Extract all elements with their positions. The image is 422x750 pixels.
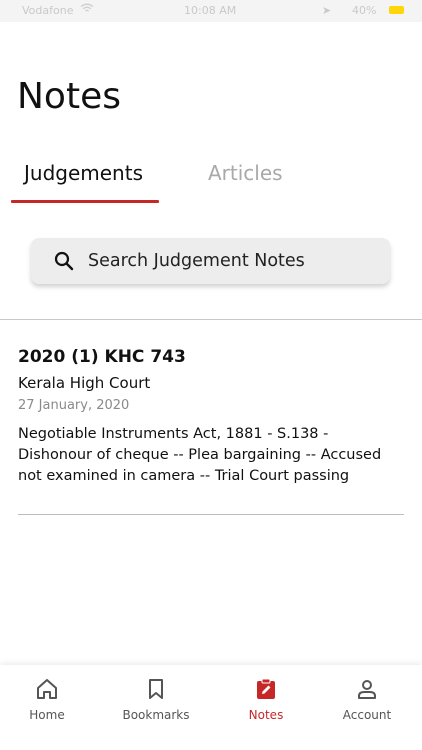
bottom-navigation: Home Bookmarks Notes Account (0, 665, 422, 750)
nav-home[interactable]: Home (2, 677, 92, 722)
location-arrow-icon: ➤ (322, 4, 332, 17)
nav-account[interactable]: Account (322, 677, 412, 722)
nav-bookmarks[interactable]: Bookmarks (111, 677, 201, 722)
battery-percent: 40% (352, 4, 377, 17)
carrier-label: Vodafone (22, 4, 74, 17)
battery-icon (389, 6, 404, 14)
active-tab-indicator (11, 200, 159, 203)
tab-articles[interactable]: Articles (208, 161, 283, 185)
note-court: Kerala High Court (18, 374, 151, 392)
note-date: 27 January, 2020 (18, 398, 130, 413)
notes-clipboard-icon (257, 678, 275, 699)
status-bar: Vodafone 10:08 AM ➤ 40% (0, 0, 422, 22)
nav-notes-label: Notes (248, 708, 284, 722)
search-icon[interactable] (54, 251, 74, 271)
search-bar[interactable] (31, 238, 390, 284)
nav-account-label: Account (342, 708, 392, 722)
home-icon (37, 679, 57, 699)
note-list-item[interactable]: 2020 (1) KHC 743 Kerala High Court 27 Ja… (18, 345, 404, 487)
note-divider (18, 514, 404, 515)
nav-bookmarks-label: Bookmarks (122, 708, 190, 722)
account-icon (358, 680, 376, 699)
nav-home-label: Home (29, 708, 65, 722)
nav-notes[interactable]: Notes (221, 677, 311, 722)
search-input[interactable] (88, 246, 378, 276)
bookmark-icon (149, 679, 163, 699)
note-summary: Negotiable Instruments Act, 1881 - S.138… (18, 426, 382, 484)
clock: 10:08 AM (184, 4, 237, 17)
note-citation: 2020 (1) KHC 743 (18, 347, 186, 367)
tab-judgements[interactable]: Judgements (24, 161, 143, 185)
page-title: Notes (17, 76, 121, 117)
wifi-icon (80, 3, 94, 12)
list-divider (0, 319, 422, 320)
